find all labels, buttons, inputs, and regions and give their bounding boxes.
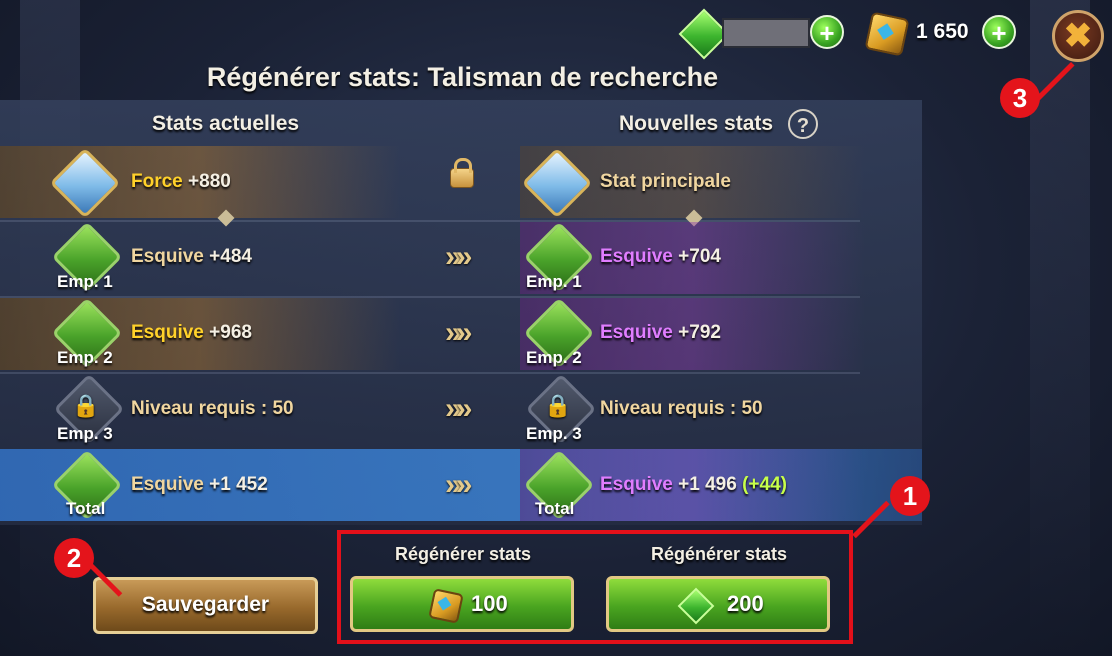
regen-with-gems-button[interactable]: 200	[606, 576, 830, 632]
add-gems-button[interactable]: +	[810, 15, 844, 49]
arrow-icon: »»	[445, 240, 472, 273]
arrow-icon: »»	[445, 316, 472, 349]
current-stat-slot-1: Esquive +484	[131, 246, 252, 267]
regen-cubes-label: Régénérer stats	[394, 544, 532, 564]
slot-label: Emp. 2	[57, 348, 113, 367]
close-button[interactable]: ✖	[1052, 10, 1104, 62]
cube-count: 1 650	[916, 20, 969, 43]
cube-icon	[428, 588, 464, 624]
current-stat-slot-2: Esquive +968	[131, 322, 252, 343]
gem-icon	[677, 587, 715, 625]
new-stats-header: Nouvelles stats	[619, 112, 774, 135]
current-stat-slot-3: Niveau requis : 50	[131, 398, 294, 419]
slot-label: Emp. 1	[526, 272, 582, 291]
arrow-icon: »»	[445, 468, 472, 501]
add-cubes-button[interactable]: +	[982, 15, 1016, 49]
new-stat-slot-3: Niveau requis : 50	[600, 398, 763, 419]
slot-label: Emp. 3	[57, 424, 113, 443]
new-stat-slot-2: Esquive +792	[600, 322, 721, 343]
current-total-stat: Esquive +1 452	[131, 474, 268, 495]
lock-icon: 🔒	[72, 393, 100, 418]
arrow-icon: »»	[445, 392, 472, 425]
current-main-stat: Force +880	[131, 171, 231, 192]
save-button[interactable]: Sauvegarder	[93, 577, 318, 634]
cube-currency-icon	[864, 11, 910, 57]
regen-gems-cost: 200	[727, 591, 764, 616]
regen-cubes-cost: 100	[471, 591, 508, 616]
slot-label: Emp. 3	[526, 424, 582, 443]
current-stats-header: Stats actuelles	[152, 112, 300, 135]
total-label: Total	[535, 499, 575, 518]
gem-amount-field	[722, 18, 810, 48]
help-icon[interactable]: ?	[788, 109, 818, 139]
annotation-badge-2: 2	[54, 538, 94, 578]
regen-gems-label: Régénérer stats	[650, 544, 788, 564]
new-stat-slot-1: Esquive +704	[600, 246, 721, 267]
total-label: Total	[66, 499, 106, 518]
window-title: Régénérer stats: Talisman de recherche	[206, 62, 719, 92]
new-main-stat: Stat principale	[600, 171, 731, 192]
lock-icon[interactable]	[450, 158, 474, 188]
slot-label: Emp. 1	[57, 272, 113, 291]
annotation-badge-3: 3	[1000, 78, 1040, 118]
lock-icon: 🔒	[544, 393, 572, 418]
new-total-stat: Esquive +1 496 (+44)	[600, 474, 787, 495]
slot-label: Emp. 2	[526, 348, 582, 367]
regen-with-cubes-button[interactable]: 100	[350, 576, 574, 632]
annotation-badge-1: 1	[890, 476, 930, 516]
